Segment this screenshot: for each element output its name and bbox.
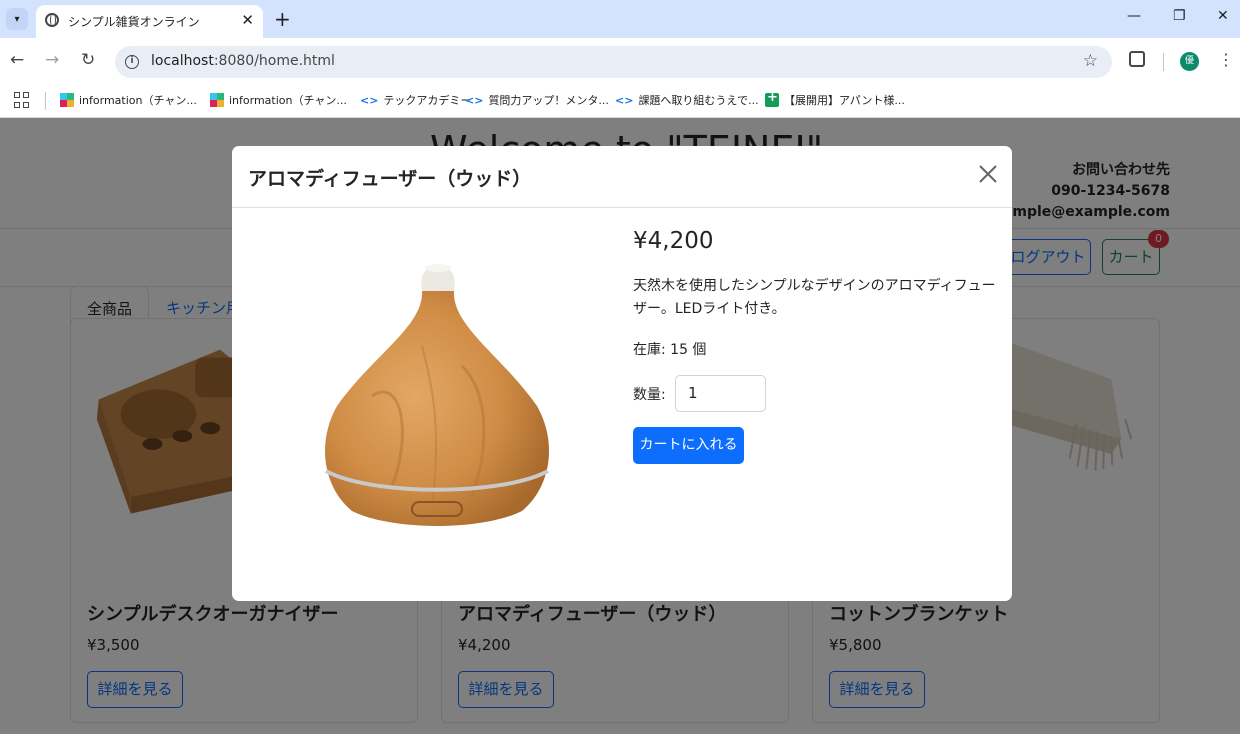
bookmark-label: 【展開用】アパント様... <box>784 94 905 107</box>
modal-title: アロマディフューザー（ウッド） <box>248 168 532 190</box>
slack-icon <box>60 93 74 107</box>
close-tab-icon[interactable]: ✕ <box>241 11 254 29</box>
product-price: ¥4,200 <box>633 228 714 254</box>
code-icon: <> <box>360 93 379 107</box>
extensions-puzzle-icon[interactable] <box>1129 51 1145 67</box>
tab-title: シンプル雑貨オンライン <box>68 15 200 29</box>
quantity-input[interactable]: 1 <box>675 375 766 412</box>
bookmark-label: テックアカデミー <box>383 94 472 107</box>
back-arrow-icon[interactable]: ← <box>10 50 24 70</box>
bookmark-item[interactable]: information（チャン... <box>60 92 197 108</box>
url-host: localhost <box>151 53 214 69</box>
product-description: 天然木を使用したシンプルなデザインのアロマディフューザー。LEDライト付き。 <box>633 278 996 317</box>
modal-header: アロマディフューザー（ウッド） <box>232 146 1012 208</box>
diffuser-product-image <box>325 264 549 526</box>
slack-icon <box>210 93 224 107</box>
code-icon: <> <box>465 93 484 107</box>
reload-icon[interactable]: ↻ <box>81 50 95 70</box>
bookmark-item[interactable]: information（チャン... <box>210 92 347 108</box>
bookmark-star-icon[interactable]: ☆ <box>1083 51 1098 71</box>
browser-tabstrip: ▾ シンプル雑貨オンライン ✕ + — ❐ ✕ <box>0 0 1240 38</box>
address-bar[interactable]: i localhost:8080/home.html ☆ <box>115 46 1112 78</box>
restore-icon[interactable]: ❐ <box>1173 8 1186 24</box>
product-detail-modal: アロマディフューザー（ウッド） ¥4,200 天然木を使用したシンプルなデザイン… <box>232 146 1012 601</box>
bookmark-label: 質問力アップ！メンタ... <box>488 94 609 107</box>
bookmark-label: information（チャン... <box>229 94 347 107</box>
profile-avatar[interactable]: 優 <box>1180 52 1199 71</box>
toolbar-divider <box>1163 53 1164 71</box>
forward-arrow-icon[interactable]: → <box>45 50 59 70</box>
code-icon: <> <box>615 93 634 107</box>
quantity-label: 数量: <box>633 387 666 403</box>
bookmark-item[interactable]: <> 課題へ取り組むうえで... <box>615 92 759 108</box>
bookmarks-bar: information（チャン... information（チャン... <>… <box>0 84 1240 118</box>
globe-icon <box>45 13 59 27</box>
url-path: :8080/home.html <box>213 53 335 69</box>
url-text: localhost:8080/home.html <box>151 53 335 69</box>
apps-grid-icon[interactable] <box>14 92 30 108</box>
bookmark-item[interactable]: <> 質問力アップ！メンタ... <box>465 92 609 108</box>
close-icon[interactable] <box>977 163 999 185</box>
stock-count: 在庫: 15 個 <box>633 342 707 358</box>
tab-search-chevron-icon[interactable]: ▾ <box>6 8 28 30</box>
browser-tab[interactable]: シンプル雑貨オンライン ✕ <box>36 5 263 38</box>
site-info-icon[interactable]: i <box>125 55 139 69</box>
bookmark-label: information（チャン... <box>79 94 197 107</box>
minimize-icon[interactable]: — <box>1127 8 1141 24</box>
kebab-menu-icon[interactable]: ⋮ <box>1218 50 1234 69</box>
bookmark-item[interactable]: <> テックアカデミー <box>360 92 471 108</box>
new-tab-plus-icon[interactable]: + <box>274 7 291 31</box>
window-close-icon[interactable]: ✕ <box>1217 8 1229 24</box>
bookmark-label: 課題へ取り組むうえで... <box>638 94 759 107</box>
add-to-cart-button[interactable]: カートに入れる <box>633 427 744 464</box>
bookmarks-divider <box>45 92 46 110</box>
bookmark-item[interactable]: 【展開用】アパント様... <box>765 90 905 108</box>
browser-toolbar: ← → ↻ i localhost:8080/home.html ☆ 優 ⋮ <box>0 38 1240 84</box>
sheets-icon <box>765 90 779 107</box>
